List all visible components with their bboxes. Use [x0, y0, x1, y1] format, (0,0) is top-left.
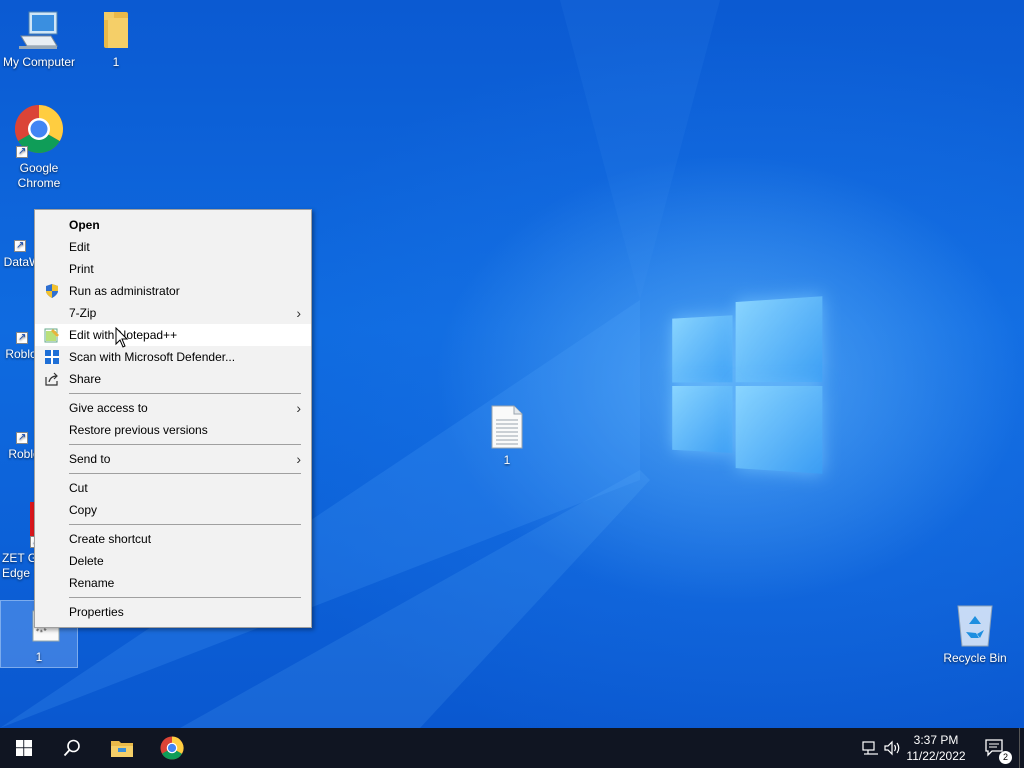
shortcut-arrow-icon [14, 238, 26, 253]
menu-item-label: Copy [69, 503, 98, 517]
shortcut-arrow-icon [16, 330, 28, 345]
show-desktop-button[interactable] [1019, 728, 1024, 768]
desktop-icon-label: Recycle Bin [943, 651, 1007, 665]
menu-item-edit-with-notepadpp[interactable]: Edit with Notepad++ [35, 324, 311, 346]
desktop-icon-label: 1 [503, 453, 511, 467]
notepadpp-icon [44, 327, 60, 343]
share-icon [44, 371, 60, 387]
menu-item-scan-with-defender[interactable]: Scan with Microsoft Defender... [35, 346, 311, 368]
taskbar: 3:37 PM 11/22/2022 2 [0, 728, 1024, 768]
desktop-icon-folder-1[interactable]: 1 [78, 10, 154, 70]
menu-item-label: Open [69, 218, 100, 232]
taskbar-clock[interactable]: 3:37 PM 11/22/2022 [902, 732, 970, 764]
desktop-icon-label: 1 [35, 650, 43, 664]
menu-item-label: Scan with Microsoft Defender... [69, 350, 236, 364]
menu-item-edit[interactable]: Edit [35, 236, 311, 258]
taskbar-google-chrome[interactable] [148, 728, 196, 768]
menu-item-cut[interactable]: Cut [35, 477, 311, 499]
menu-item-label: Run as administrator [69, 284, 180, 298]
menu-item-copy[interactable]: Copy [35, 499, 311, 521]
context-menu: Open Edit Print Run as administrator 7-Z… [34, 209, 312, 628]
menu-item-print[interactable]: Print [35, 258, 311, 280]
menu-item-restore-previous-versions[interactable]: Restore previous versions [35, 419, 311, 441]
shield-icon [44, 283, 60, 299]
chevron-right-icon: › [296, 400, 301, 416]
menu-item-label: Share [69, 372, 102, 386]
desktop-icon-label: 1 [112, 55, 120, 69]
menu-item-label: Properties [69, 605, 124, 619]
taskbar-file-explorer[interactable] [98, 728, 146, 768]
shortcut-arrow-icon [16, 144, 28, 159]
menu-item-label: 7-Zip [69, 306, 97, 320]
menu-item-open[interactable]: Open [35, 214, 311, 236]
chevron-right-icon: › [296, 451, 301, 467]
menu-item-rename[interactable]: Rename [35, 572, 311, 594]
menu-item-label: Restore previous versions [69, 423, 208, 437]
desktop-icon-label: Google Chrome [17, 161, 61, 190]
menu-item-label: Give access to [69, 401, 148, 415]
menu-item-label: Rename [69, 576, 115, 590]
windows-start-icon [16, 740, 32, 756]
menu-separator [69, 444, 301, 445]
menu-item-share[interactable]: Share [35, 368, 311, 390]
menu-item-label: Edit [69, 240, 90, 254]
system-tray: 3:37 PM 11/22/2022 2 [844, 728, 1024, 768]
folder-icon [100, 10, 132, 52]
start-button[interactable] [0, 728, 48, 768]
search-icon [63, 739, 80, 757]
menu-item-label: Send to [69, 452, 111, 466]
notification-badge: 2 [999, 751, 1012, 764]
chevron-right-icon: › [296, 305, 301, 321]
shortcut-arrow-icon [16, 430, 28, 445]
menu-item-give-access-to[interactable]: Give access to › [35, 397, 311, 419]
network-icon[interactable] [862, 740, 880, 756]
menu-item-delete[interactable]: Delete [35, 550, 311, 572]
menu-separator [69, 393, 301, 394]
desktop-icon-recycle-bin[interactable]: Recycle Bin [937, 602, 1013, 666]
mouse-cursor-icon [115, 327, 129, 348]
recycle-bin-icon [954, 602, 996, 648]
menu-item-label: Print [69, 262, 94, 276]
file-explorer-icon [111, 741, 133, 757]
volume-icon[interactable] [884, 740, 902, 756]
menu-item-create-shortcut[interactable]: Create shortcut [35, 528, 311, 550]
windows-logo-wallpaper [672, 288, 826, 484]
computer-icon [17, 10, 61, 52]
desktop-icon-label: My Computer [2, 55, 76, 69]
desktop-icon-google-chrome[interactable]: Google Chrome [1, 104, 77, 191]
menu-separator [69, 473, 301, 474]
menu-item-send-to[interactable]: Send to › [35, 448, 311, 470]
desktop[interactable]: My Computer 1 Google Chrome [0, 0, 1024, 728]
desktop-icon-my-computer[interactable]: My Computer [1, 10, 77, 70]
text-file-icon [490, 404, 524, 450]
chrome-icon [160, 736, 184, 760]
menu-item-7zip[interactable]: 7-Zip › [35, 302, 311, 324]
clock-time: 3:37 PM [913, 733, 959, 747]
defender-icon [44, 349, 60, 365]
search-button[interactable] [48, 728, 96, 768]
menu-separator [69, 597, 301, 598]
menu-item-label: Delete [69, 554, 104, 568]
desktop-icon-text-file-1[interactable]: 1 [469, 404, 545, 468]
menu-item-properties[interactable]: Properties [35, 601, 311, 623]
action-center-button[interactable]: 2 [984, 738, 1012, 764]
menu-item-run-as-administrator[interactable]: Run as administrator [35, 280, 311, 302]
clock-date: 11/22/2022 [906, 749, 966, 763]
menu-item-label: Cut [69, 481, 88, 495]
menu-separator [69, 524, 301, 525]
menu-item-label: Create shortcut [69, 532, 152, 546]
chrome-icon [14, 104, 64, 159]
